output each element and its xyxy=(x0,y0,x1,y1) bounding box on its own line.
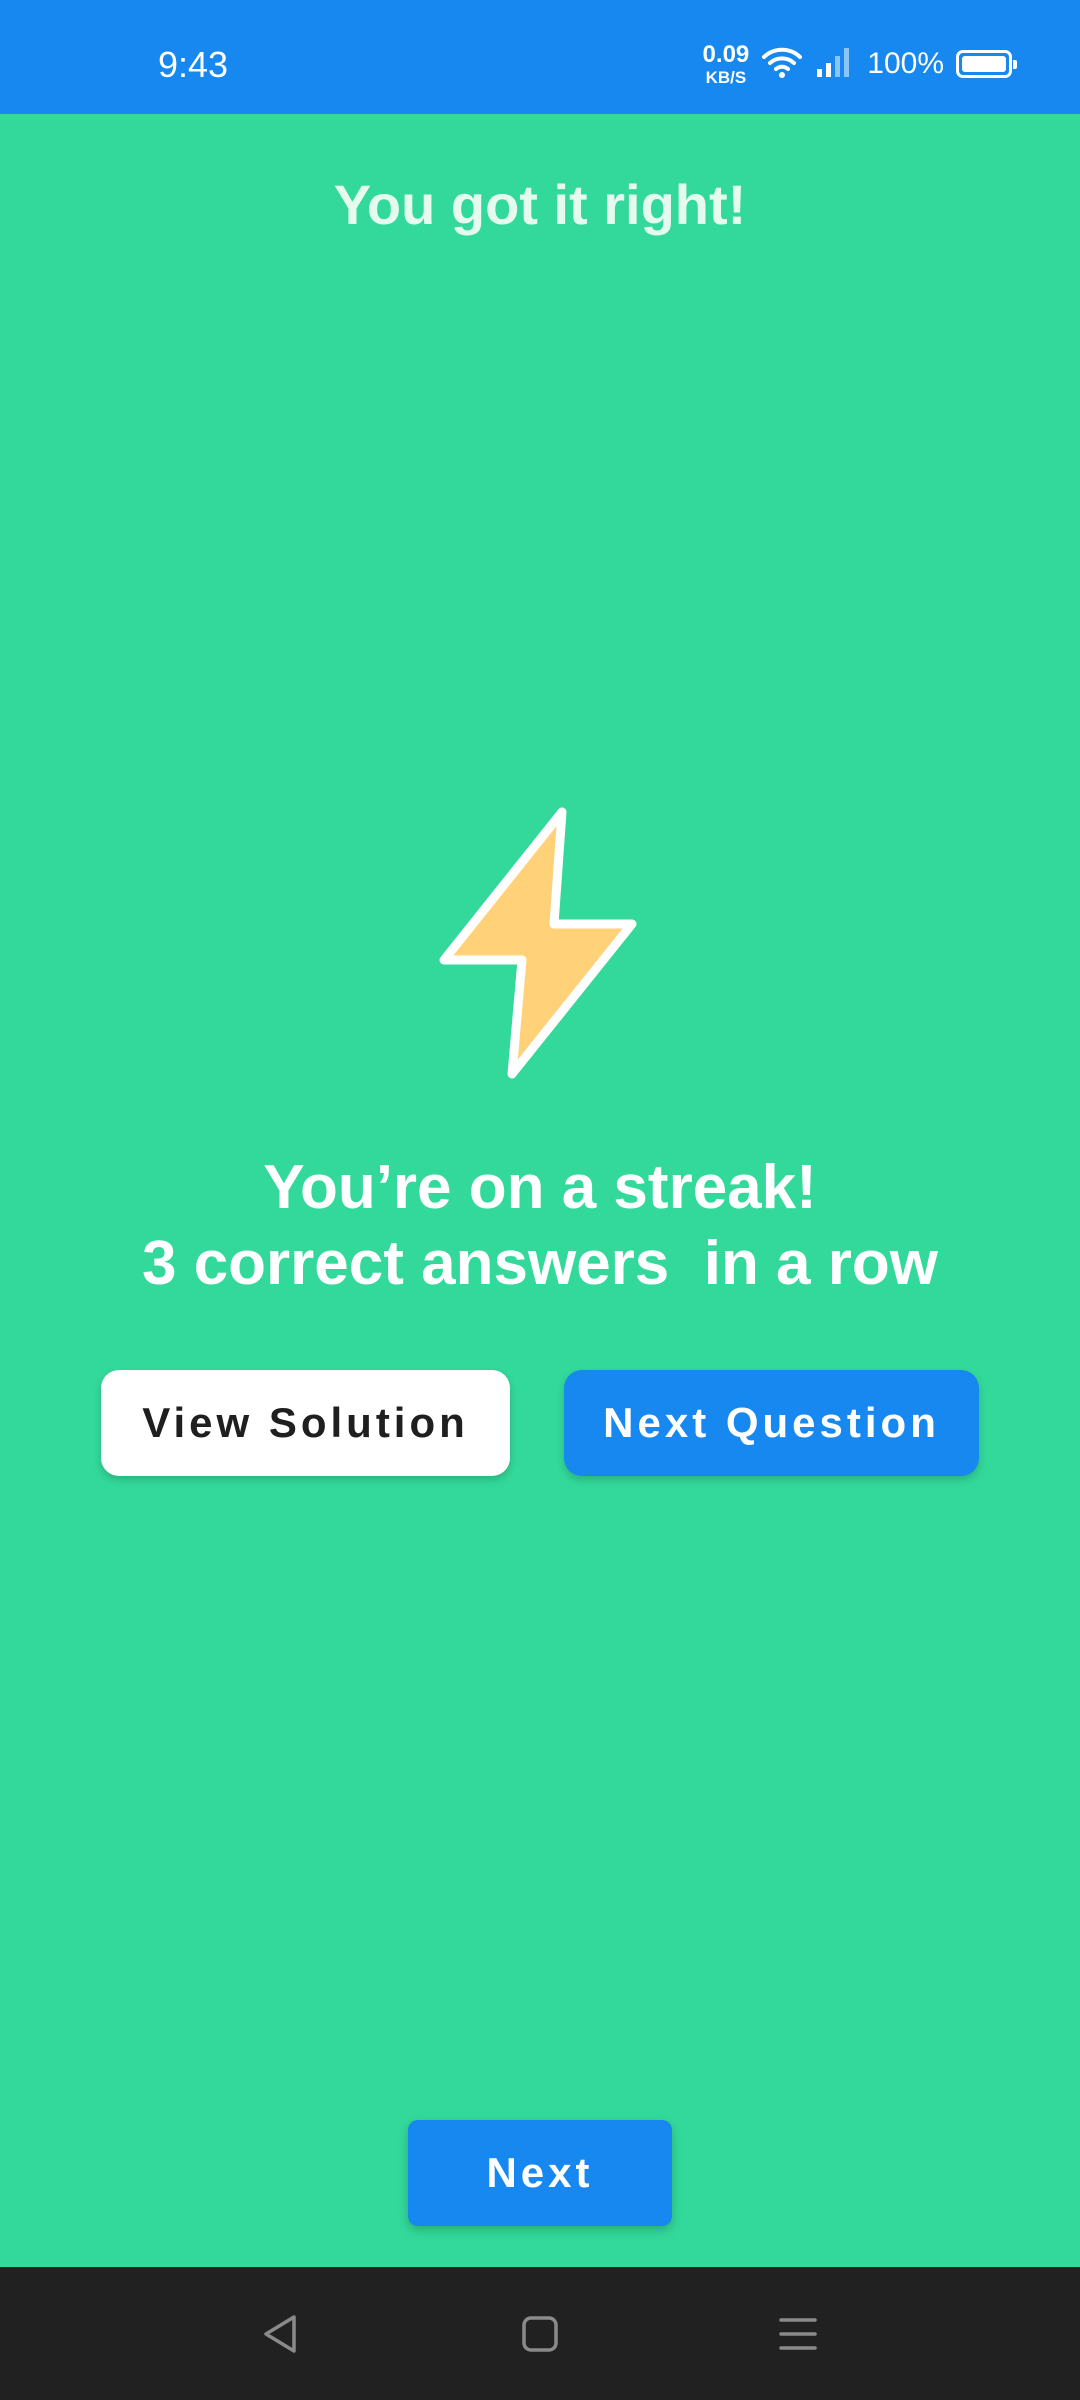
next-button[interactable]: Next xyxy=(408,2120,672,2226)
lightning-bolt-icon xyxy=(439,807,637,1079)
network-speed-unit: KB/S xyxy=(705,67,747,87)
streak-line-1: You’re on a streak! xyxy=(263,1153,817,1222)
navigation-bar xyxy=(0,2267,1080,2400)
streak-line-2: 3 correct answers in a row xyxy=(141,1229,938,1298)
next-question-button[interactable]: Next Question xyxy=(564,1370,979,1476)
home-icon[interactable] xyxy=(500,2297,580,2371)
page-title: You got it right! xyxy=(333,173,747,236)
status-time: 9:43 xyxy=(158,44,229,85)
status-bar: 9:43 0.09 KB/S 100% xyxy=(0,0,1080,114)
menu-icon[interactable] xyxy=(758,2297,838,2371)
back-icon[interactable] xyxy=(240,2297,320,2371)
battery-percent: 100% xyxy=(867,47,944,80)
signal-icon xyxy=(815,45,855,84)
streak-message: You’re on a streak! 3 correct answers in… xyxy=(0,1150,1080,1302)
status-indicators: 0.09 KB/S 100% xyxy=(702,40,1017,87)
view-solution-button[interactable]: View Solution xyxy=(101,1370,510,1476)
network-speed: 0.09 KB/S xyxy=(702,40,750,87)
network-speed-value: 0.09 xyxy=(702,40,750,68)
wifi-icon xyxy=(761,45,803,84)
battery-icon xyxy=(956,50,1017,78)
